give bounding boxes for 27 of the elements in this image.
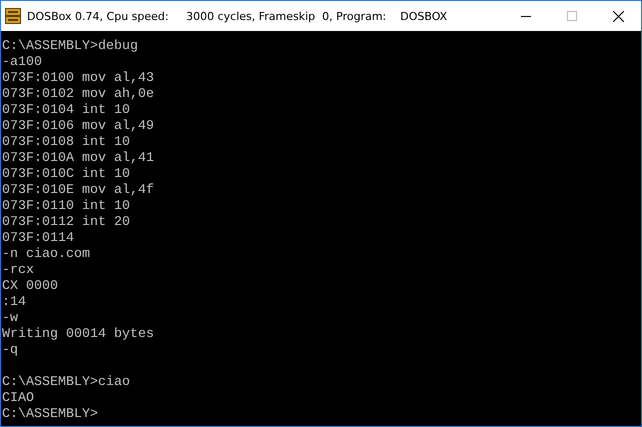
console-line: -n ciao.com — [2, 247, 90, 263]
close-icon — [612, 10, 624, 22]
console-line: C:\ASSEMBLY>ciao — [2, 375, 130, 391]
console-line: :14 — [2, 295, 26, 311]
console-line: 073F:0102 mov ah,0e — [2, 87, 154, 103]
console-line: -a100 — [2, 55, 42, 71]
console-line: -q — [2, 343, 18, 359]
console-line: Writing 00014 bytes — [2, 327, 154, 343]
console-line: C:\ASSEMBLY> — [2, 407, 98, 423]
console-line: CIAO — [2, 391, 34, 407]
console-line: 073F:0108 int 10 — [2, 135, 130, 151]
console-line: C:\ASSEMBLY>debug — [2, 39, 138, 55]
console-line: -w — [2, 311, 18, 327]
window-title: DOSBox 0.74, Cpu speed: 3000 cycles, Frameskip 0, Program: DOSBOX — [27, 10, 448, 22]
console-line: -rcx — [2, 263, 34, 279]
console-line: 073F:010C int 10 — [2, 167, 130, 183]
maximize-icon — [567, 11, 577, 21]
console-line: 073F:010A mov al,41 — [2, 151, 154, 167]
console-line: 073F:0100 mov al,43 — [2, 71, 154, 87]
console-line: CX 0000 — [2, 279, 58, 295]
console-line: 073F:0106 mov al,49 — [2, 119, 154, 135]
dosbox-logo-icon — [5, 8, 21, 24]
console-line: 073F:0104 int 10 — [2, 103, 130, 119]
console-line: 073F:0110 int 10 — [2, 199, 130, 215]
console-line: 073F:0114 — [2, 231, 74, 247]
console-line: 073F:010E mov al,4f — [2, 183, 154, 199]
console-line: 073F:0112 int 20 — [2, 215, 130, 231]
